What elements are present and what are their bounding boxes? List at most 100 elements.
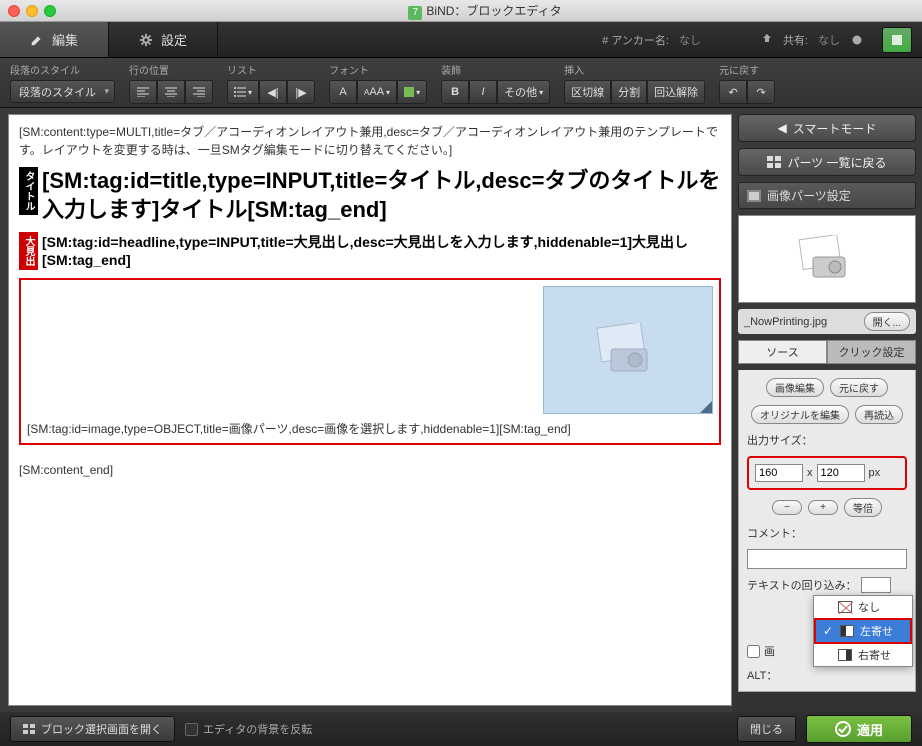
wrap-left-icon xyxy=(840,625,854,637)
anchor-value[interactable]: なし xyxy=(679,32,701,48)
filename: _NowPrinting.jpg xyxy=(744,316,858,328)
workspace: [SM:content:type=MULTI,title=タブ／アコーディオンレ… xyxy=(0,108,922,712)
size-equal-button[interactable]: 等倍 xyxy=(844,498,882,517)
back-to-list-button[interactable]: パーツ 一覧に戻る xyxy=(738,148,916,176)
list-button[interactable]: ▾ xyxy=(227,80,259,104)
tab-settings[interactable]: 設定 xyxy=(109,22,218,57)
group-line-pos: 行の位置 xyxy=(129,62,213,103)
sm-content-tag: [SM:content:type=MULTI,title=タブ／アコーディオンレ… xyxy=(19,123,721,159)
checkbox-icon xyxy=(185,723,198,736)
share-value[interactable]: なし xyxy=(818,32,840,48)
image-block[interactable]: [SM:tag:id=image,type=OBJECT,title=画像パーツ… xyxy=(19,278,721,445)
text-wrap-dropdown[interactable] xyxy=(861,577,891,593)
book-icon xyxy=(890,33,904,47)
editor-canvas[interactable]: [SM:content:type=MULTI,title=タブ／アコーディオンレ… xyxy=(8,114,732,706)
para-style-dropdown[interactable]: 段落のスタイル xyxy=(10,80,115,103)
align-center-button[interactable] xyxy=(157,80,185,104)
tab-source[interactable]: ソース xyxy=(738,340,827,364)
split-button[interactable]: 分割 xyxy=(611,80,647,104)
share-icon xyxy=(761,34,773,46)
undo-button[interactable]: ↶ xyxy=(719,80,747,104)
zoom-window-icon[interactable] xyxy=(44,5,56,17)
anchor-bar: # アンカー名: なし 共有: なし xyxy=(218,22,922,57)
headline-text[interactable]: [SM:tag:id=headline,type=INPUT,title=大見出… xyxy=(42,232,721,268)
outdent-icon: ◀| xyxy=(267,86,278,99)
anchor-label: # アンカー名: xyxy=(602,32,669,48)
size-plus-button[interactable]: + xyxy=(808,500,838,515)
panel-title: 画像パーツ設定 xyxy=(738,182,916,209)
sm-content-end: [SM:content_end] xyxy=(19,461,721,479)
edit-image-button[interactable]: 画像編集 xyxy=(766,378,824,397)
blocks-icon xyxy=(23,724,35,734)
tab-click-settings[interactable]: クリック設定 xyxy=(827,340,916,364)
link-icon[interactable] xyxy=(850,33,864,47)
align-left-button[interactable] xyxy=(129,80,157,104)
align-right-button[interactable] xyxy=(185,80,213,104)
sub-tabs: ソース クリック設定 xyxy=(738,340,916,364)
close-button[interactable]: 閉じる xyxy=(737,716,796,742)
gear-icon xyxy=(139,33,153,47)
size-minus-button[interactable]: − xyxy=(772,500,802,515)
window-title: 7BiND：ブロックエディタ xyxy=(56,2,914,20)
wrap-right-icon xyxy=(838,649,852,661)
group-decor: 装飾 B I その他▾ xyxy=(441,62,550,103)
apply-button[interactable]: 適用 xyxy=(806,715,912,743)
headline-block: 大見出 [SM:tag:id=headline,type=INPUT,title… xyxy=(19,232,721,270)
tab-edit[interactable]: 編集 xyxy=(0,22,109,57)
titlebar: 7BiND：ブロックエディタ xyxy=(0,0,922,22)
open-file-button[interactable]: 開く... xyxy=(864,312,910,331)
confirm-button[interactable] xyxy=(882,27,912,53)
check-icon: ✓ xyxy=(822,624,834,638)
close-window-icon[interactable] xyxy=(8,5,20,17)
check-circle-icon xyxy=(835,721,851,737)
camera-thumb-icon xyxy=(797,235,857,283)
main-tabs: 編集 設定 # アンカー名: なし 共有: なし xyxy=(0,22,922,58)
list-icon xyxy=(234,87,246,97)
wrap-option-none[interactable]: ✓ なし xyxy=(814,596,912,618)
invert-bg-checkbox[interactable]: エディタの背景を反転 xyxy=(185,721,312,737)
image-part-icon xyxy=(747,190,761,202)
headline-chip: 大見出 xyxy=(19,232,38,270)
group-list: リスト ▾ ◀| |▶ xyxy=(227,62,315,103)
block-select-button[interactable]: ブロック選択画面を開く xyxy=(10,716,175,742)
minimize-window-icon[interactable] xyxy=(26,5,38,17)
indent-button[interactable]: |▶ xyxy=(287,80,315,104)
color-swatch-icon xyxy=(404,87,414,97)
comment-label: コメント： xyxy=(747,525,907,541)
traffic-lights xyxy=(8,5,56,17)
group-insert: 挿入 区切線 分割 回込解除 xyxy=(564,62,705,103)
arrow-left-icon: ◀ xyxy=(778,121,787,135)
group-undo: 元に戻す ↶ ↷ xyxy=(719,62,775,103)
other-decor-button[interactable]: その他▾ xyxy=(497,80,550,104)
wrap-dropdown-menu: ✓ なし ✓ 左寄せ ✓ 右寄せ xyxy=(813,595,913,667)
clear-wrap-button[interactable]: 回込解除 xyxy=(647,80,705,104)
title-block: タイトル [SM:tag:id=title,type=INPUT,title=タ… xyxy=(19,167,721,224)
height-input[interactable] xyxy=(817,464,865,482)
image-checkbox[interactable] xyxy=(747,645,760,658)
font-family-button[interactable]: A xyxy=(329,80,357,104)
title-chip: タイトル xyxy=(19,167,38,215)
app-badge: 7 xyxy=(408,6,422,20)
bold-button[interactable]: B xyxy=(441,80,469,104)
wrap-option-left[interactable]: ✓ 左寄せ xyxy=(814,618,912,644)
revert-button[interactable]: 元に戻す xyxy=(830,378,888,397)
hr-button[interactable]: 区切線 xyxy=(564,80,611,104)
resize-handle-icon[interactable] xyxy=(700,401,712,413)
image-placeholder[interactable] xyxy=(543,286,713,414)
comment-input[interactable] xyxy=(747,549,907,569)
undo-icon: ↶ xyxy=(728,86,737,99)
wrap-option-right[interactable]: ✓ 右寄せ xyxy=(814,644,912,666)
source-panel: 画像編集 元に戻す オリジナルを編集 再読込 出力サイズ： x px − + 等… xyxy=(738,370,916,692)
outdent-button[interactable]: ◀| xyxy=(259,80,287,104)
font-size-button[interactable]: AAA▾ xyxy=(357,80,397,104)
redo-button[interactable]: ↷ xyxy=(747,80,775,104)
edit-original-button[interactable]: オリジナルを編集 xyxy=(751,405,849,424)
smart-mode-button[interactable]: ◀ スマートモード xyxy=(738,114,916,142)
width-input[interactable] xyxy=(755,464,803,482)
footer: ブロック選択画面を開く エディタの背景を反転 閉じる 適用 xyxy=(0,712,922,746)
reload-button[interactable]: 再読込 xyxy=(855,405,903,424)
italic-button[interactable]: I xyxy=(469,80,497,104)
title-text[interactable]: [SM:tag:id=title,type=INPUT,title=タイトル,d… xyxy=(42,167,721,224)
share-label: 共有: xyxy=(783,32,808,48)
font-color-button[interactable]: ▾ xyxy=(397,80,427,104)
